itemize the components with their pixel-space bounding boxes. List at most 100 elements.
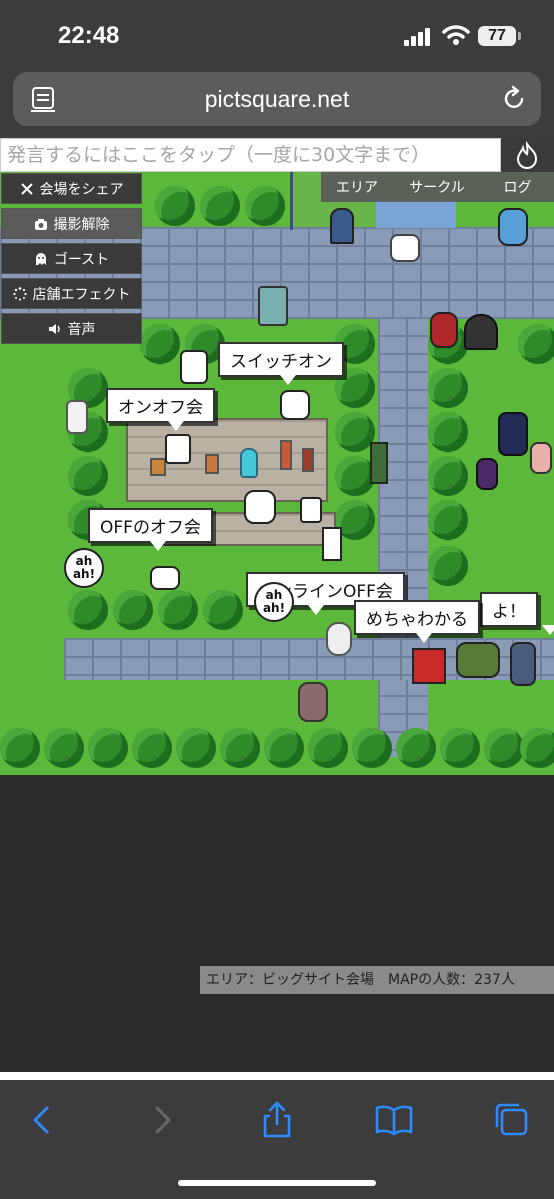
bush [155,186,195,226]
avatar-sprite[interactable] [390,234,420,262]
bush [44,728,84,768]
avatar-sprite[interactable] [530,442,552,474]
bush [518,324,554,364]
bush [220,728,260,768]
avatar-sprite[interactable] [326,622,352,656]
bush [335,412,375,452]
avatar-sprite[interactable] [330,208,354,244]
photo-release-button[interactable]: 撮影解除 [1,208,142,239]
chat-input[interactable] [0,138,501,172]
bush [428,412,468,452]
avatar-sprite[interactable] [66,400,88,434]
bush [176,728,216,768]
avatar-sprite[interactable] [244,490,276,524]
speaker-icon [48,323,60,334]
avatar-sprite[interactable] [165,434,191,464]
avatar-sprite[interactable] [456,642,500,678]
avatar-sprite[interactable] [280,390,310,420]
ghost-button[interactable]: ゴースト [1,243,142,274]
avatar-sprite[interactable] [322,527,342,561]
avatar-sprite[interactable] [430,312,458,348]
bush [0,728,40,768]
cellular-signal-icon [404,28,434,46]
ghost-label: ゴースト [53,251,110,268]
status-bar: 22:48 77 [0,0,554,70]
screen: 22:48 77 pictsquare.net 発言するにはここをタップ（一度に… [0,0,554,1199]
bush [308,728,348,768]
share-venue-label: 会場をシェア [39,181,124,198]
sparkle-loader-icon [12,286,27,300]
bush [520,728,554,768]
bush [352,728,392,768]
avatar-sprite[interactable] [476,458,498,490]
avatar-sprite[interactable] [258,286,288,326]
pole [290,172,293,230]
audio-button[interactable]: 音声 [1,313,142,344]
drink-sprite [205,454,219,474]
bush [113,590,153,630]
bush [88,728,128,768]
drink-sprite [280,440,292,470]
bush [68,590,108,630]
avatar-sprite[interactable] [412,648,446,684]
flame-icon [516,140,538,169]
wifi-icon [442,25,470,45]
camera-icon [34,218,47,230]
back-icon[interactable] [22,1100,62,1140]
drink-sprite [150,458,166,476]
avatar-sprite[interactable] [464,314,498,350]
store-effect-button[interactable]: 店舗エフェクト [1,278,142,309]
tabs-icon[interactable] [492,1100,532,1140]
avatar-sprite[interactable] [498,412,528,456]
home-indicator [178,1180,376,1186]
speech-bubble: OFFのオフ会 [88,508,213,551]
area-menu-bar: エリア サークル ログ [321,172,554,202]
avatar-sprite[interactable] [150,566,180,590]
menu-log[interactable]: ログ [481,177,554,197]
speech-bubble: めちゃわかる [354,600,480,643]
avatar-sprite[interactable] [180,350,208,384]
share-icon[interactable] [257,1100,297,1140]
toolbar-divider [0,1072,554,1080]
road-vertical [378,317,428,757]
reload-icon[interactable] [501,85,527,113]
bush [396,728,436,768]
photo-release-label: 撮影解除 [53,216,110,233]
area-info: エリア：ビッグサイト会場 MAPの人数：237人 [200,966,554,994]
ahah-stamp: ah ah! [64,548,104,588]
forward-icon[interactable] [142,1100,182,1140]
avatar-sprite[interactable] [300,497,322,523]
avatar-sprite[interactable] [298,682,328,722]
bush [428,456,468,496]
clock: 22:48 [58,22,120,49]
bush [335,456,375,496]
bush [245,186,285,226]
avatar-sprite[interactable] [498,208,528,246]
bush [200,186,240,226]
menu-circle[interactable]: サークル [393,177,481,197]
bush [428,546,468,586]
bush [68,456,108,496]
bush [428,500,468,540]
speech-bubble: オンオフ会 [106,388,215,431]
url-text: pictsquare.net [204,86,350,112]
address-bar[interactable]: pictsquare.net [13,72,541,126]
bush [203,590,243,630]
bush [440,728,480,768]
speech-bubble: よ！ [480,592,554,635]
avatar-sprite[interactable] [510,642,536,686]
menu-area[interactable]: エリア [321,177,393,197]
store-effect-label: 店舗エフェクト [32,286,131,303]
bush [132,728,172,768]
battery-indicator: 77 [478,26,521,46]
bush [158,590,198,630]
browser-chrome: pictsquare.net [0,70,554,138]
bookmarks-icon[interactable] [374,1100,414,1140]
lamp-post [370,442,388,484]
fire-effect-button[interactable] [501,138,554,172]
drink-sprite [302,448,314,472]
x-logo-icon [20,182,33,195]
share-venue-button[interactable]: 会場をシェア [1,173,142,204]
bush [484,728,524,768]
tent-roof [376,200,456,228]
